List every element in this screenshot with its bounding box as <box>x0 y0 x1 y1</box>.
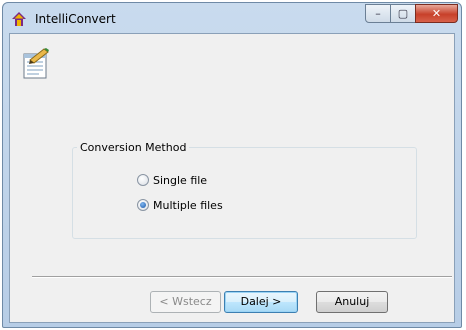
dialog-window: IntelliConvert – ▢ ✕ Conversion Method S <box>2 2 462 328</box>
next-button[interactable]: Dalej > <box>224 291 298 313</box>
radio-button-selected[interactable] <box>137 199 149 211</box>
cancel-button[interactable]: Anuluj <box>316 291 388 313</box>
radio-single-file[interactable]: Single file <box>137 172 207 188</box>
minimize-button[interactable]: – <box>365 4 391 23</box>
radio-button[interactable] <box>137 174 149 186</box>
title-bar[interactable]: IntelliConvert – ▢ ✕ <box>3 3 461 33</box>
document-pencil-icon <box>22 48 50 80</box>
radio-label-single-file: Single file <box>153 173 208 187</box>
back-button[interactable]: < Wstecz <box>150 291 221 313</box>
app-logo-icon <box>11 11 27 27</box>
group-legend: Conversion Method <box>80 141 187 154</box>
conversion-method-group: Conversion Method <box>72 141 417 239</box>
close-button[interactable]: ✕ <box>415 4 458 23</box>
radio-label-multiple-files: Multiple files <box>153 198 223 212</box>
radio-multiple-files[interactable]: Multiple files <box>137 197 223 213</box>
wizard-page: Conversion Method Single file Multiple f… <box>9 33 455 323</box>
window-title: IntelliConvert <box>35 12 116 26</box>
separator-line <box>32 276 452 278</box>
maximize-button[interactable]: ▢ <box>390 4 416 23</box>
